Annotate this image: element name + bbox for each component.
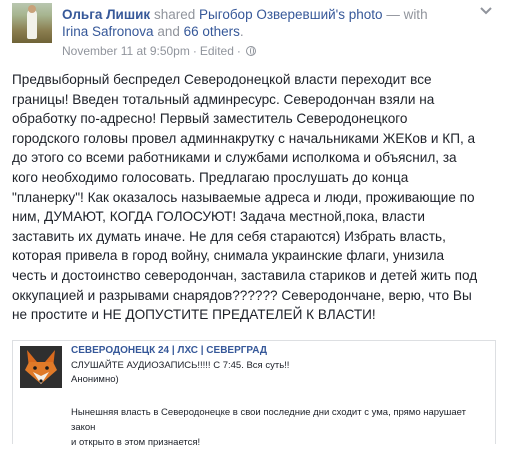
fox-icon [20, 346, 62, 388]
avatar-figure [27, 9, 37, 39]
timestamp-link[interactable]: November 11 at 9:50pm [62, 44, 190, 58]
and-text: and [157, 24, 180, 39]
period-text: . [239, 24, 244, 39]
post-options-button[interactable] [479, 4, 493, 18]
action-text: shared [153, 7, 196, 22]
tagged-person-link[interactable]: Irina Safronova [62, 24, 154, 39]
shared-text: Нынешняя власть в Северодонецке в свои п… [71, 407, 466, 448]
post-header: Ольга Лишик shared Рыгобор Озверевший's … [62, 6, 457, 40]
edited-link[interactable]: Edited [200, 44, 234, 58]
shared-page-title[interactable]: СЕВЕРОДОНЕЦК 24 | ЛХС | СЕВЕРГРАД [71, 345, 267, 356]
avatar-head [28, 5, 36, 13]
chevron-down-icon [480, 7, 492, 15]
source-author-link[interactable]: Рыгобор Озверевший's [199, 7, 345, 22]
facebook-post: Ольга Лишик shared Рыгобор Озверевший's … [0, 0, 505, 448]
post-meta: November 11 at 9:50pm · Edited · [62, 44, 256, 58]
source-photo-link[interactable]: photo [349, 7, 383, 22]
meta-separator: · [192, 44, 197, 58]
shared-attachment[interactable]: СЕВЕРОДОНЕЦК 24 | ЛХС | СЕВЕРГРАД СЛУШАЙ… [12, 340, 496, 448]
post-body: Предвыборный беспредел Северодонецкой вл… [12, 72, 478, 323]
author-name-link[interactable]: Ольга Лишик [62, 7, 150, 22]
globe-icon[interactable] [245, 46, 256, 56]
others-link[interactable]: 66 others [184, 24, 240, 39]
meta-separator-2: · [236, 44, 241, 58]
author-avatar[interactable] [12, 3, 52, 43]
shared-subtitle: СЛУШАЙТЕ АУДИОЗАПИСЬ!!!!! С 7:45. Вся су… [71, 360, 290, 385]
with-text: — with [386, 7, 428, 22]
fox-avatar[interactable] [20, 346, 62, 388]
